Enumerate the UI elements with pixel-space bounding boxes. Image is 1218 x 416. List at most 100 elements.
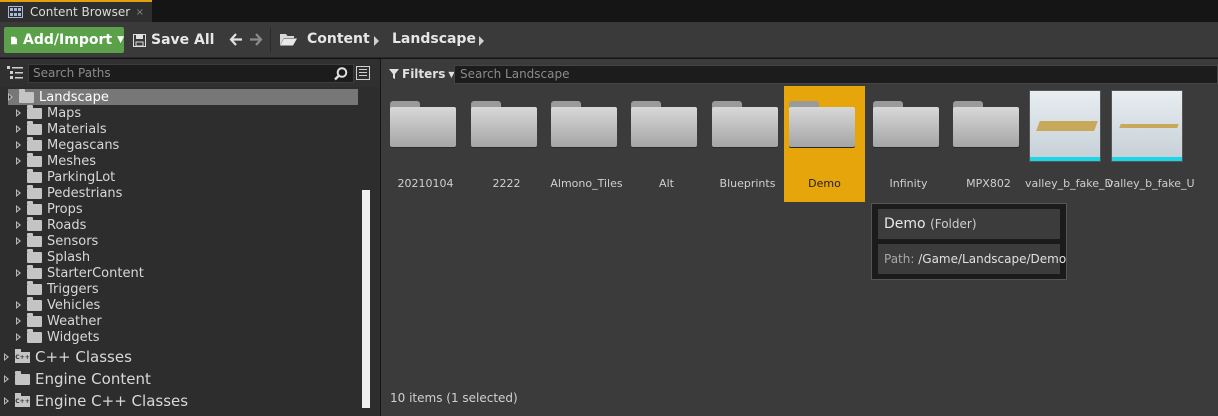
expand-arrow-icon[interactable] — [16, 189, 21, 197]
save-all-label: Save All — [151, 32, 215, 48]
tree-item-label: Sensors — [47, 233, 99, 249]
expand-arrow-icon[interactable] — [16, 317, 21, 325]
filters-button[interactable]: Filters ▼ — [389, 67, 455, 81]
tree-item-label: Splash — [47, 249, 91, 265]
tree-item-weather[interactable]: Weather — [16, 312, 102, 329]
asset-folder-mpx802[interactable]: MPX802 — [948, 86, 1029, 202]
tree-item-props[interactable]: Props — [16, 200, 83, 217]
add-import-button[interactable]: Add/Import ▼ — [4, 27, 124, 53]
expand-arrow-icon[interactable] — [16, 141, 21, 149]
tree-item-sensors[interactable]: Sensors — [16, 232, 99, 249]
tree-view-icon[interactable] — [7, 66, 23, 80]
tree-item-meshes[interactable]: Meshes — [16, 152, 96, 169]
folder-icon — [789, 101, 855, 147]
folder-icon — [27, 296, 42, 311]
expand-arrow-icon[interactable] — [16, 205, 21, 213]
expand-arrow-icon[interactable] — [4, 353, 9, 361]
new-document-icon — [11, 36, 18, 44]
tree-item-startercontent[interactable]: StarterContent — [16, 264, 144, 281]
asset-folder-infinity[interactable]: Infinity — [868, 86, 949, 202]
search-assets-input[interactable]: Search Landscape — [454, 65, 1218, 84]
expand-arrow-icon[interactable] — [16, 237, 21, 245]
expand-arrow-icon[interactable] — [16, 269, 21, 277]
expand-arrow-icon[interactable] — [16, 109, 21, 117]
tooltip-name: Demo — [884, 216, 926, 232]
save-all-button[interactable]: Save All — [133, 27, 214, 53]
asset-label: valley_b_fake_U — [1107, 177, 1195, 190]
asset-label: Alt — [659, 177, 674, 190]
tree-item-landscape[interactable]: Landscape — [8, 88, 358, 105]
tree-item-engine-content[interactable]: Engine Content — [4, 369, 151, 389]
breadcrumb-content[interactable]: Content — [307, 31, 370, 47]
breadcrumb-arrow-icon[interactable] — [374, 36, 379, 46]
folder-icon — [19, 88, 34, 103]
tree-item-label: ParkingLot — [47, 169, 116, 185]
folder-icon — [27, 328, 42, 343]
asset-folder-almono-tiles[interactable]: Almono_Tiles — [546, 86, 627, 202]
asset-landscape-valley-b-fake-u[interactable]: valley_b_fake_U — [1107, 86, 1195, 202]
tree-item-splash[interactable]: Splash — [16, 248, 91, 265]
tree-item-maps[interactable]: Maps — [16, 104, 81, 121]
open-folder-icon[interactable] — [280, 33, 297, 46]
scrollbar-thumb[interactable] — [362, 190, 370, 408]
cpp-folder-icon: C++ — [15, 392, 30, 407]
expand-arrow-icon[interactable] — [4, 375, 9, 383]
tree-item-vehicles[interactable]: Vehicles — [16, 296, 100, 313]
tree-item-parkinglot[interactable]: ParkingLot — [16, 168, 116, 185]
asset-folder-alt[interactable]: Alt — [626, 86, 707, 202]
asset-folder-demo[interactable]: Demo — [784, 86, 865, 202]
tree-item-widgets[interactable]: Widgets — [16, 328, 100, 345]
expand-arrow-icon[interactable] — [16, 221, 21, 229]
folder-icon — [953, 101, 1019, 147]
tree-item-label: Megascans — [47, 137, 120, 153]
tooltip-path-key: Path: — [884, 252, 915, 266]
folder-icon — [15, 370, 30, 385]
tree-item-roads[interactable]: Roads — [16, 216, 86, 233]
breadcrumb-arrow-icon[interactable] — [479, 36, 484, 46]
tree-item-pedestrians[interactable]: Pedestrians — [16, 184, 122, 201]
tree-item-label: Widgets — [47, 329, 100, 345]
folder-icon — [27, 120, 42, 135]
view-options-icon[interactable] — [356, 66, 370, 80]
tree-item-label: Triggers — [47, 281, 99, 297]
expand-arrow-icon[interactable] — [16, 157, 21, 165]
expand-arrow-icon[interactable] — [4, 397, 9, 405]
tooltip-type: (Folder) — [930, 217, 977, 231]
asset-folder-20210104[interactable]: 20210104 — [385, 86, 466, 202]
folder-icon — [873, 101, 939, 147]
chevron-down-icon: ▼ — [117, 35, 124, 45]
folder-icon — [27, 184, 42, 199]
tree-item-label: C++ Classes — [35, 348, 132, 366]
tree-item-engine-cpp-classes[interactable]: C++ Engine C++ Classes — [4, 391, 188, 411]
asset-label: 20210104 — [397, 177, 454, 190]
close-icon[interactable]: × — [136, 7, 144, 18]
folder-icon — [27, 248, 42, 263]
tree-item-label: Weather — [47, 313, 102, 329]
sources-panel: Search Paths Landscape Maps Materials Me… — [0, 59, 380, 416]
asset-folder-blueprints[interactable]: Blueprints — [707, 86, 788, 202]
expand-arrow-icon[interactable] — [16, 125, 21, 133]
back-arrow-icon[interactable] — [229, 33, 243, 46]
expand-arrow-icon[interactable] — [16, 301, 21, 309]
tree-item-triggers[interactable]: Triggers — [16, 280, 99, 297]
toolbar-divider — [270, 28, 271, 52]
tree-item-label: Landscape — [39, 89, 109, 105]
forward-arrow-icon[interactable] — [249, 33, 263, 46]
tree-item-megascans[interactable]: Megascans — [16, 136, 120, 153]
landscape-thumbnail — [1111, 90, 1183, 162]
asset-folder-2222[interactable]: 2222 — [466, 86, 547, 202]
breadcrumb-landscape[interactable]: Landscape — [392, 31, 476, 47]
tree-item-materials[interactable]: Materials — [16, 120, 107, 137]
tooltip-title: Demo (Folder) — [878, 209, 1060, 239]
tree-item-label: Meshes — [47, 153, 96, 169]
tree-item-label: Engine C++ Classes — [35, 392, 189, 410]
folder-icon — [27, 152, 42, 167]
tree-item-cpp-classes[interactable]: C++ C++ Classes — [4, 347, 132, 367]
expand-arrow-icon[interactable] — [16, 333, 21, 341]
asset-landscape-valley-b-fake-d[interactable]: valley_b_fake_D — [1025, 86, 1113, 202]
search-icon[interactable] — [334, 67, 348, 81]
tab-content-browser[interactable]: Content Browser × — [0, 0, 152, 22]
folder-icon — [27, 200, 42, 215]
asset-label: MPX802 — [966, 177, 1011, 190]
expand-arrow-icon[interactable] — [8, 93, 13, 101]
